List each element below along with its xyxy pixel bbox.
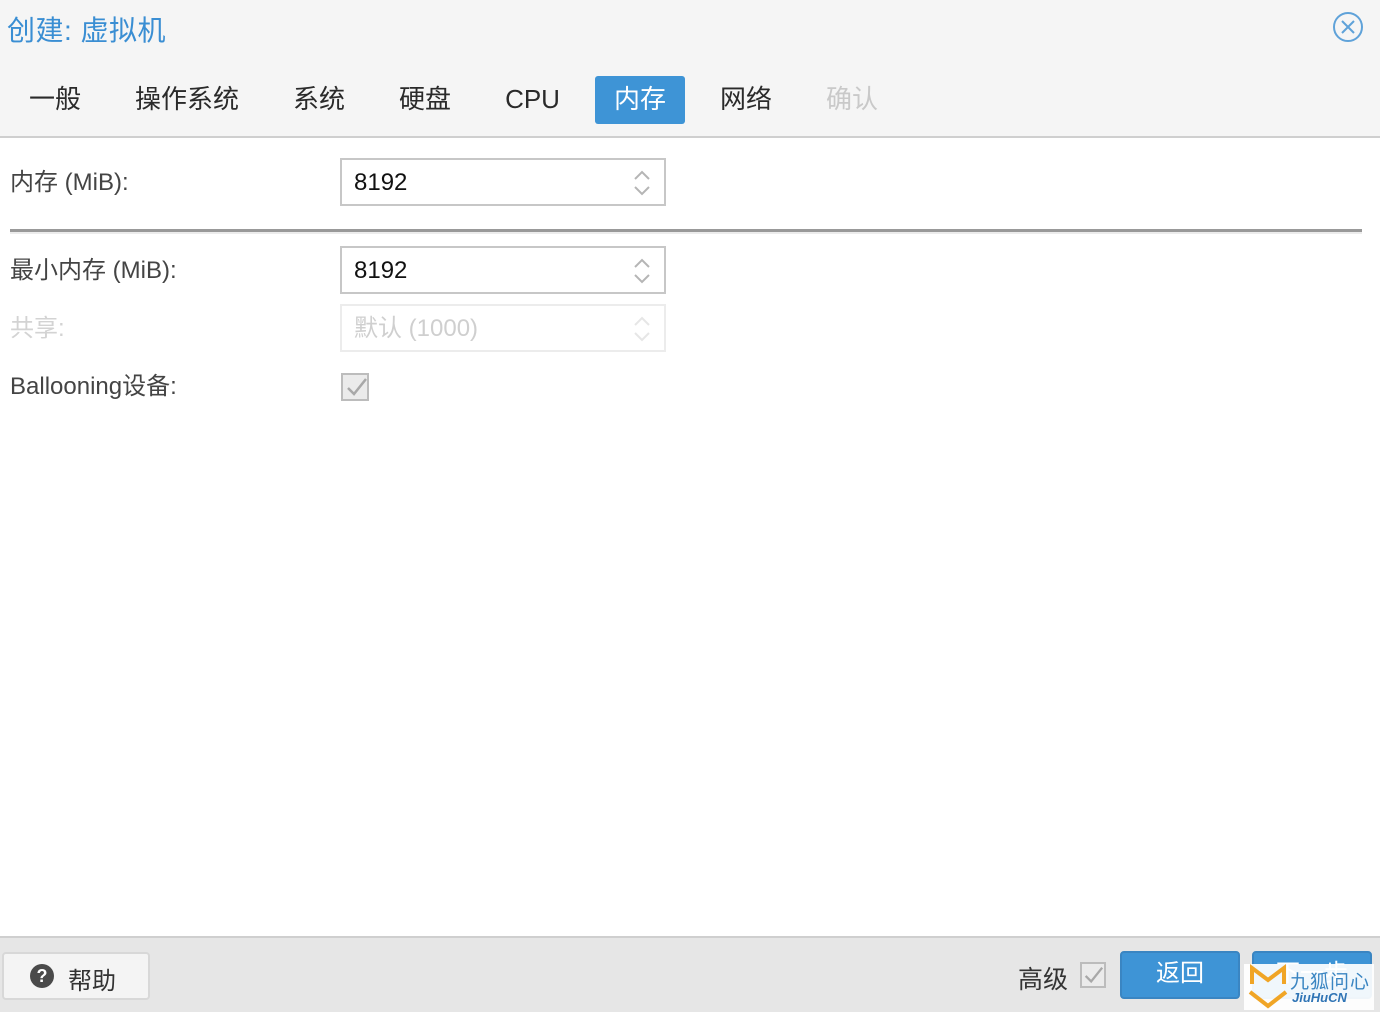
shares-field bbox=[340, 304, 666, 352]
tab-disk[interactable]: 硬盘 bbox=[380, 76, 470, 124]
help-label: 帮助 bbox=[68, 968, 116, 995]
advanced-checkbox[interactable] bbox=[1080, 962, 1106, 988]
shares-label: 共享: bbox=[10, 315, 65, 342]
fox-logo-icon bbox=[1248, 964, 1288, 1009]
tab-memory[interactable]: 内存 bbox=[594, 76, 685, 124]
ballooning-label: Ballooning设备: bbox=[10, 373, 177, 400]
watermark: 九狐问心 JiuHuCN bbox=[1244, 964, 1374, 1010]
shares-input bbox=[354, 315, 614, 343]
back-button[interactable]: 返回 bbox=[1120, 951, 1240, 999]
memory-input[interactable] bbox=[354, 169, 614, 197]
shares-row: 共享: bbox=[10, 305, 65, 353]
dialog-footer: ? 帮助 高级 返回 下一步 bbox=[0, 936, 1380, 1012]
min-memory-row: 最小内存 (MiB): bbox=[10, 247, 177, 295]
memory-row: 内存 (MiB): bbox=[10, 159, 129, 207]
min-memory-field[interactable] bbox=[340, 246, 666, 294]
spinner-arrows-icon bbox=[634, 316, 650, 342]
tab-cpu[interactable]: CPU bbox=[486, 76, 579, 124]
close-icon bbox=[1341, 20, 1355, 34]
checkmark-icon bbox=[347, 378, 367, 396]
dialog-header: 创建: 虚拟机 一般 操作系统 系统 硬盘 CPU 内存 网络 确认 bbox=[0, 0, 1380, 138]
watermark-text-en: JiuHuCN bbox=[1292, 990, 1347, 1005]
spinner-arrows-icon[interactable] bbox=[630, 165, 654, 201]
ballooning-checkbox[interactable] bbox=[341, 373, 369, 401]
dialog-title: 创建: 虚拟机 bbox=[7, 15, 167, 46]
tab-general[interactable]: 一般 bbox=[10, 76, 100, 124]
tab-system[interactable]: 系统 bbox=[274, 76, 364, 124]
tab-network[interactable]: 网络 bbox=[701, 76, 791, 124]
memory-field[interactable] bbox=[340, 158, 666, 206]
question-circle-icon: ? bbox=[30, 964, 54, 988]
section-divider bbox=[10, 229, 1362, 234]
ballooning-row: Ballooning设备: bbox=[10, 363, 177, 411]
checkmark-icon bbox=[1084, 966, 1104, 984]
memory-label: 内存 (MiB): bbox=[10, 169, 129, 196]
wizard-tabs: 一般 操作系统 系统 硬盘 CPU 内存 网络 确认 bbox=[10, 76, 913, 124]
min-memory-input[interactable] bbox=[354, 257, 614, 285]
advanced-label: 高级 bbox=[1018, 966, 1069, 994]
help-button[interactable]: ? 帮助 bbox=[2, 952, 150, 1000]
spinner-arrows-icon[interactable] bbox=[630, 253, 654, 289]
tab-confirm: 确认 bbox=[826, 84, 879, 114]
min-memory-label: 最小内存 (MiB): bbox=[10, 257, 177, 284]
close-button[interactable] bbox=[1333, 12, 1363, 42]
tab-os[interactable]: 操作系统 bbox=[116, 76, 258, 124]
